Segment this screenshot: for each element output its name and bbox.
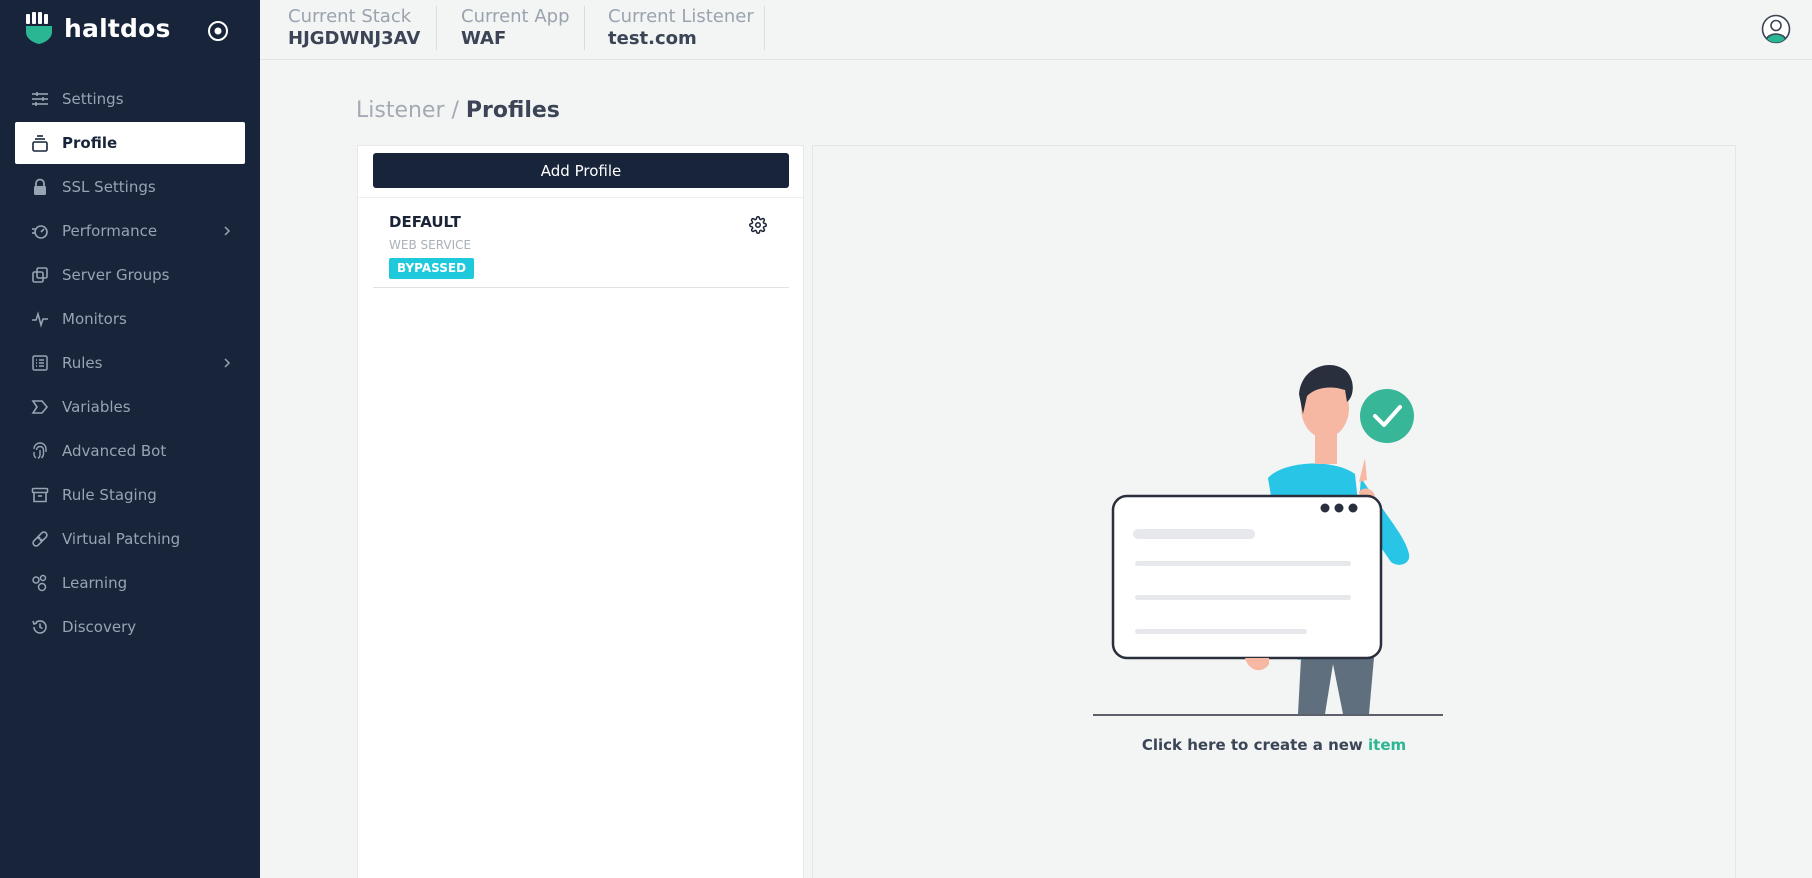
sidebar-item-label: SSL Settings xyxy=(62,178,156,196)
sidebar-item-label: Advanced Bot xyxy=(62,442,167,460)
target-icon[interactable] xyxy=(206,19,230,43)
context-divider xyxy=(436,6,437,50)
brand-name: haltdos xyxy=(64,13,171,43)
profile-name: DEFAULT xyxy=(389,213,461,231)
context-divider xyxy=(584,6,585,50)
gear-icon[interactable] xyxy=(749,216,767,234)
pulse-icon xyxy=(32,311,48,328)
sidebar-item-label: Profile xyxy=(62,134,118,152)
cta-link[interactable]: item xyxy=(1368,736,1406,754)
sidebar-item-advanced-bot[interactable]: Advanced Bot xyxy=(15,430,245,472)
profile-type: WEB SERVICE xyxy=(389,238,472,252)
sidebar-item-label: Discovery xyxy=(62,618,137,636)
sidebar-item-learning[interactable]: Learning xyxy=(15,562,245,604)
sliders-icon xyxy=(32,92,48,106)
sidebar: haltdos Settings Profile SSL Settings Pe… xyxy=(0,0,260,878)
list-icon xyxy=(32,355,48,371)
context-divider xyxy=(764,6,765,50)
tag-icon xyxy=(31,400,49,414)
list-item[interactable]: DEFAULT WEB SERVICE BYPASSED xyxy=(373,198,789,288)
current-listener[interactable]: Current Listener test.com xyxy=(608,6,754,50)
chevron-right-icon xyxy=(224,358,231,368)
context-bar: Current Stack HJGDWNJ3AV Current App WAF… xyxy=(260,0,1812,60)
sidebar-item-virtual-patching[interactable]: Virtual Patching xyxy=(15,518,245,560)
stack-icon xyxy=(32,135,48,152)
sidebar-nav: Settings Profile SSL Settings Performanc… xyxy=(15,78,245,650)
copy-icon xyxy=(32,267,48,283)
detail-panel: Click here to create a new item xyxy=(812,145,1736,878)
breadcrumb-parent[interactable]: Listener xyxy=(356,98,445,123)
user-avatar-icon[interactable] xyxy=(1761,14,1791,44)
cta-text: Click here to create a new xyxy=(1141,736,1369,754)
sidebar-item-rules[interactable]: Rules xyxy=(15,342,245,384)
current-stack[interactable]: Current Stack HJGDWNJ3AV xyxy=(288,6,420,50)
sidebar-item-server-groups[interactable]: Server Groups xyxy=(15,254,245,296)
sidebar-item-label: Settings xyxy=(62,90,124,108)
current-stack-label: Current Stack xyxy=(288,6,412,27)
molecule-icon xyxy=(32,574,47,592)
fingerprint-icon xyxy=(33,442,47,460)
current-listener-value: test.com xyxy=(608,28,697,49)
sidebar-item-label: Rules xyxy=(62,354,103,372)
current-listener-label: Current Listener xyxy=(608,6,754,27)
current-app-label: Current App xyxy=(461,6,570,27)
sidebar-item-rule-staging[interactable]: Rule Staging xyxy=(15,474,245,516)
history-icon xyxy=(32,620,47,634)
archive-icon xyxy=(31,487,49,503)
bandage-icon xyxy=(32,531,48,547)
chevron-right-icon xyxy=(224,226,231,236)
profile-list-panel: Add Profile DEFAULT WEB SERVICE BYPASSED xyxy=(357,145,804,878)
current-app-value: WAF xyxy=(461,28,507,49)
sidebar-item-variables[interactable]: Variables xyxy=(15,386,245,428)
current-app[interactable]: Current App WAF xyxy=(461,6,570,50)
sidebar-item-performance[interactable]: Performance xyxy=(15,210,245,252)
breadcrumb-current: Profiles xyxy=(465,98,560,123)
sidebar-item-label: Virtual Patching xyxy=(62,530,181,548)
sidebar-item-label: Variables xyxy=(62,398,131,416)
current-stack-value: HJGDWNJ3AV xyxy=(288,28,421,49)
sidebar-item-discovery[interactable]: Discovery xyxy=(15,606,245,648)
breadcrumb: Listener / Profiles xyxy=(356,98,560,123)
sidebar-item-ssl-settings[interactable]: SSL Settings xyxy=(15,166,245,208)
lock-icon xyxy=(34,178,46,195)
status-badge: BYPASSED xyxy=(389,258,475,279)
sidebar-item-label: Learning xyxy=(62,574,128,592)
create-item-cta[interactable]: Click here to create a new item xyxy=(813,736,1735,754)
sidebar-item-monitors[interactable]: Monitors xyxy=(15,298,245,340)
speedometer-icon xyxy=(32,225,48,239)
empty-state-illustration xyxy=(1093,364,1443,716)
sidebar-item-label: Monitors xyxy=(62,310,127,328)
breadcrumb-separator: / xyxy=(444,98,466,123)
sidebar-item-label: Performance xyxy=(62,222,158,240)
haltdos-shield-icon xyxy=(26,12,52,44)
add-profile-button[interactable]: Add Profile xyxy=(373,153,789,188)
sidebar-item-label: Server Groups xyxy=(62,266,170,284)
sidebar-item-settings[interactable]: Settings xyxy=(15,78,245,120)
brand[interactable]: haltdos xyxy=(24,12,171,44)
sidebar-item-profile[interactable]: Profile xyxy=(15,122,245,164)
sidebar-item-label: Rule Staging xyxy=(62,486,157,504)
